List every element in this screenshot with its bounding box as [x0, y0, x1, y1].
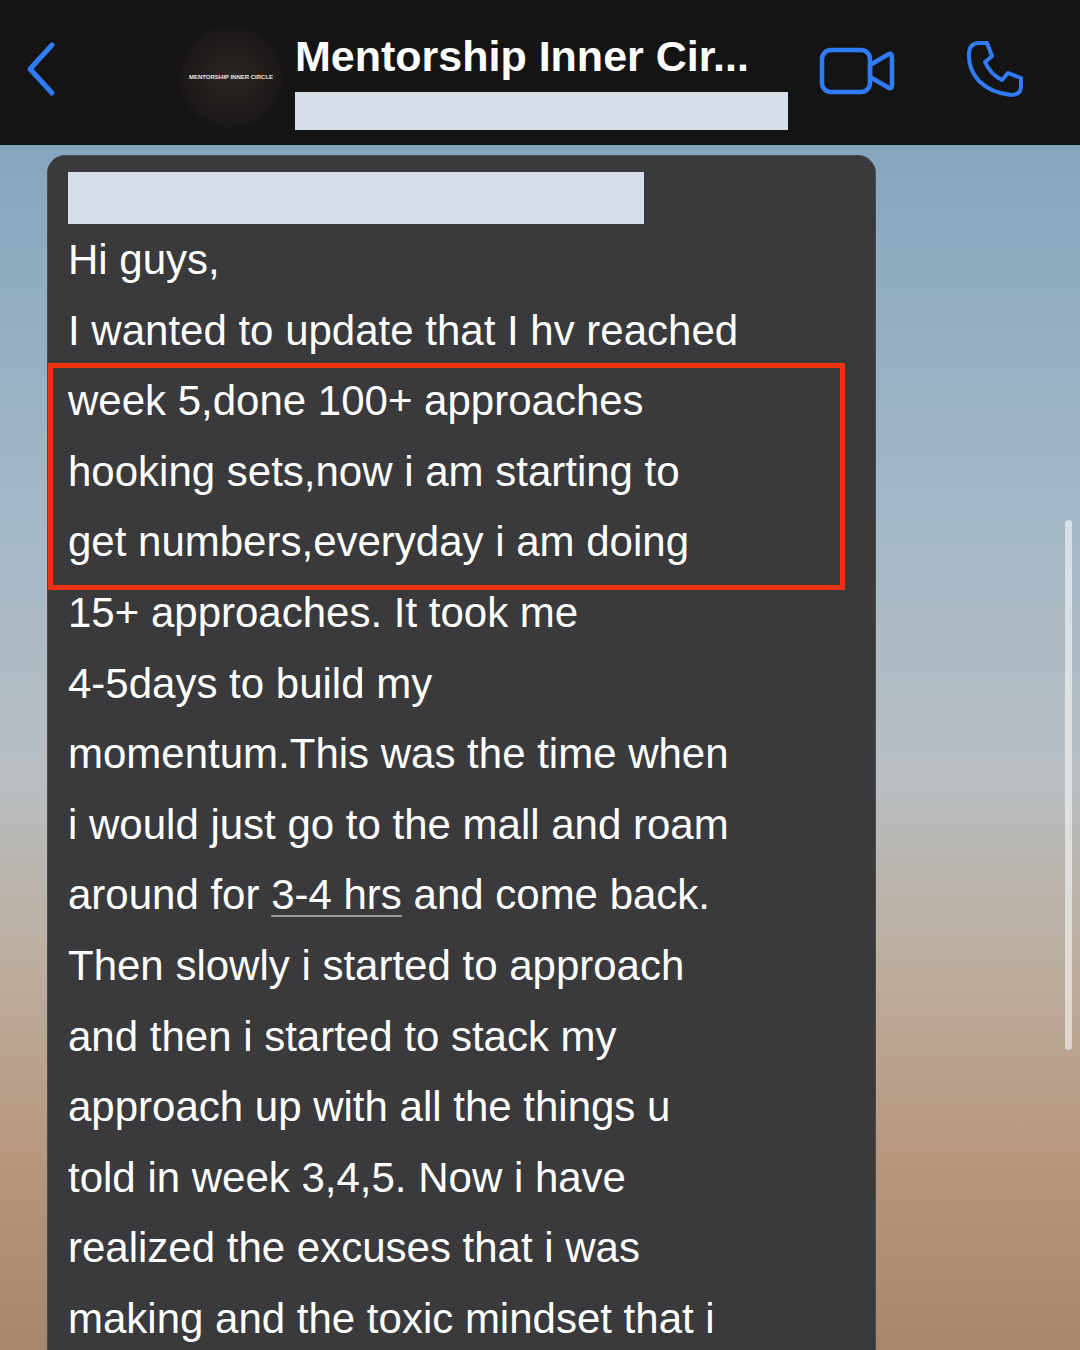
text-segment: approach up with all the things u — [68, 1083, 670, 1130]
text-segment: and come back. — [402, 871, 710, 918]
avatar-text: MENTORSHIP INNER CIRCLE — [189, 74, 273, 80]
line-group: week 5,done 100+ approaches hooking sets,… — [68, 366, 855, 578]
detected-link[interactable]: 3-4 hrs — [271, 871, 402, 918]
message-line: Then slowly i started to approach — [68, 931, 855, 1002]
message-line: week 5,done 100+ approaches — [68, 366, 855, 437]
message-line: 4-5days to build my — [68, 649, 855, 720]
text-segment: I wanted to update that I hv reached — [68, 307, 738, 354]
text-segment: hooking sets,now i am starting to — [68, 448, 680, 495]
text-segment: making and the toxic mindset that i — [68, 1295, 715, 1342]
redacted-subtitle — [295, 92, 788, 130]
text-segment: momentum.This was the time when — [68, 730, 729, 777]
video-call-icon[interactable] — [819, 45, 895, 97]
group-avatar[interactable]: MENTORSHIP INNER CIRCLE — [180, 26, 282, 128]
message-line: 15+ approaches. It took me — [68, 578, 855, 649]
message-line: making and the toxic mindset that i — [68, 1284, 855, 1350]
message-line: i would just go to the mall and roam — [68, 790, 855, 861]
text-segment: and then i started to stack my — [68, 1013, 617, 1060]
text-segment: week 5,done 100+ approaches — [68, 377, 644, 424]
message-line: and then i started to stack my — [68, 1002, 855, 1073]
message-line: I wanted to update that I hv reached — [68, 296, 855, 367]
text-segment: i would just go to the mall and roam — [68, 801, 729, 848]
chat-screen: MENTORSHIP INNER CIRCLE Mentorship Inner … — [0, 0, 1080, 1350]
scroll-thumb[interactable] — [1065, 520, 1072, 1050]
text-segment: Then slowly i started to approach — [68, 942, 684, 989]
text-segment: 15+ approaches. It took me — [68, 589, 578, 636]
chat-title: Mentorship Inner Cir... — [295, 33, 809, 80]
line-group: Hi guys, I wanted to update that I hv rea… — [68, 225, 855, 366]
message-line: momentum.This was the time when — [68, 719, 855, 790]
text-segment: 4-5days to build my — [68, 660, 432, 707]
voice-call-icon[interactable] — [965, 39, 1025, 99]
chat-header: MENTORSHIP INNER CIRCLE Mentorship Inner … — [0, 0, 1080, 145]
text-segment: realized the excuses that i was — [68, 1224, 640, 1271]
line-group: 15+ approaches. It took me 4-5days to bui… — [68, 578, 855, 1350]
text-segment: Hi guys, — [68, 236, 220, 283]
text-segment: around for — [68, 871, 271, 918]
message-line: around for 3-4 hrs and come back. — [68, 860, 855, 931]
redacted-sender — [68, 172, 644, 224]
text-segment: get numbers,everyday i am doing — [68, 518, 689, 565]
message-line: Hi guys, — [68, 225, 855, 296]
message-line: realized the excuses that i was — [68, 1213, 855, 1284]
message-bubble[interactable]: Hi guys, I wanted to update that I hv rea… — [47, 155, 876, 1350]
back-chevron-icon[interactable] — [22, 39, 62, 99]
message-line: told in week 3,4,5. Now i have — [68, 1143, 855, 1214]
message-line: approach up with all the things u — [68, 1072, 855, 1143]
message-line: hooking sets,now i am starting to — [68, 437, 855, 508]
chat-area: Hi guys, I wanted to update that I hv rea… — [0, 145, 1080, 1350]
highlight-box — [48, 363, 845, 590]
message-line: get numbers,everyday i am doing — [68, 507, 855, 578]
title-block[interactable]: Mentorship Inner Cir... — [295, 15, 809, 130]
text-segment: told in week 3,4,5. Now i have — [68, 1154, 626, 1201]
